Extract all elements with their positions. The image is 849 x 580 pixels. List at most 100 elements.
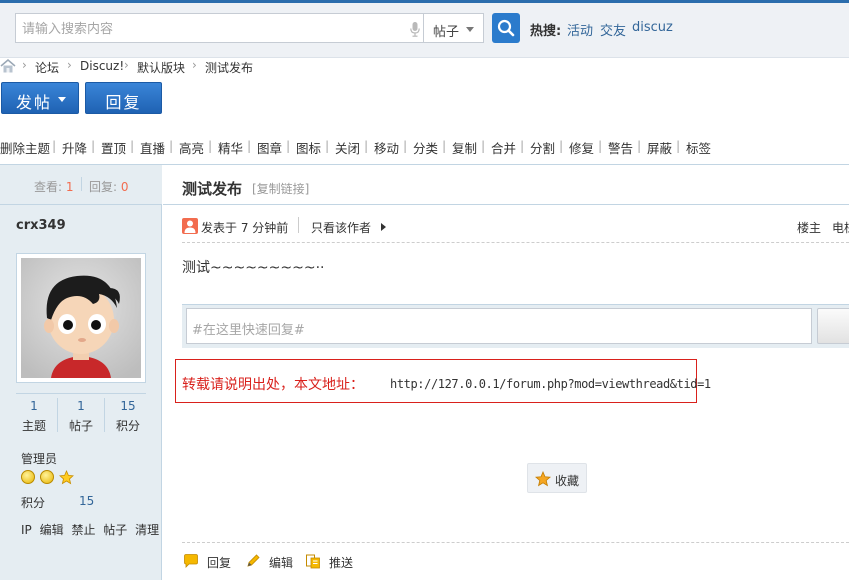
admin-link-edit[interactable]: 编辑 — [40, 523, 64, 537]
home-icon[interactable] — [0, 59, 16, 73]
search-icon — [497, 19, 515, 37]
chevron-down-icon — [58, 97, 66, 102]
breadcrumb-separator: › — [67, 58, 72, 72]
mod-separator: | — [52, 138, 57, 153]
post-time: 发表于 7 分钟前 — [201, 221, 289, 235]
star-medal-icon — [58, 469, 74, 485]
elevator-link[interactable]: 电梯 — [832, 219, 849, 236]
cartoon-boy-avatar-icon — [21, 258, 141, 378]
mod-category[interactable]: 分类 — [413, 138, 438, 157]
user-threads-count: 1 — [30, 399, 38, 413]
mod-stamp[interactable]: 图章 — [257, 138, 282, 157]
breadcrumb-discuz[interactable]: Discuz! — [80, 59, 124, 73]
divider — [16, 393, 146, 394]
breadcrumb-separator: › — [22, 58, 27, 72]
mod-highlight[interactable]: 高亮 — [179, 138, 204, 157]
caret-right-icon — [381, 223, 386, 231]
copy-link-button[interactable]: [复制链接] — [252, 180, 309, 197]
footer-reply-label: 回复 — [207, 556, 232, 570]
mod-delete-thread[interactable]: 删除主题 — [0, 138, 50, 157]
views-stat: 查看: 1 — [34, 178, 74, 195]
mod-warn[interactable]: 警告 — [608, 138, 633, 157]
reply-icon — [184, 554, 198, 568]
quick-reply-input[interactable] — [186, 308, 812, 344]
replies-count: 0 — [120, 180, 129, 194]
user-group[interactable]: 管理员 — [21, 450, 57, 467]
mod-icon[interactable]: 图标 — [296, 138, 321, 157]
mod-ban[interactable]: 屏蔽 — [647, 138, 672, 157]
credit-label: 积分 — [21, 496, 46, 510]
mod-tag[interactable]: 标签 — [686, 138, 711, 157]
user-stat-credits[interactable]: 15 积分 — [108, 399, 148, 434]
avatar[interactable] — [16, 253, 146, 383]
favorite-label: 收藏 — [555, 474, 580, 488]
smiley-medal-icon — [21, 470, 35, 484]
mod-merge[interactable]: 合并 — [491, 138, 516, 157]
user-medals — [21, 469, 74, 486]
mod-separator: | — [130, 138, 135, 153]
user-posts-label: 帖子 — [68, 419, 93, 433]
footer-edit-label: 编辑 — [269, 556, 294, 570]
thread-stats: 查看: 1 回复: 0 — [0, 165, 162, 205]
mod-bump[interactable]: 升降 — [62, 138, 87, 157]
search-button[interactable] — [492, 13, 520, 43]
footer-reply-button[interactable]: 回复 — [183, 552, 243, 570]
stat-separator — [81, 177, 82, 191]
admin-link-ip[interactable]: IP — [21, 523, 32, 537]
admin-link-clean[interactable]: 清理 — [135, 523, 159, 537]
avatar-image — [21, 258, 141, 378]
mod-separator: | — [598, 138, 603, 153]
mod-digest[interactable]: 精华 — [218, 138, 243, 157]
breadcrumb-current-thread[interactable]: 测试发布 — [205, 59, 253, 76]
mod-sticky[interactable]: 置顶 — [101, 138, 126, 157]
divider — [182, 542, 849, 543]
mod-separator: | — [91, 138, 96, 153]
mod-separator: | — [442, 138, 447, 153]
reply-button[interactable]: 回复 — [85, 82, 162, 114]
user-posts-count: 1 — [77, 399, 85, 413]
footer-share-button[interactable]: 推送 — [305, 552, 365, 570]
repost-notice-url[interactable]: http://127.0.0.1/forum.php?mod=viewthrea… — [390, 377, 711, 391]
author-name[interactable]: crx349 — [16, 218, 66, 233]
mod-move[interactable]: 移动 — [374, 138, 399, 157]
new-post-button[interactable]: 发帖 — [1, 82, 79, 114]
user-stat-threads[interactable]: 1 主题 — [14, 399, 54, 434]
breadcrumb-default-board[interactable]: 默认版块 — [137, 59, 185, 76]
microphone-icon[interactable] — [410, 22, 420, 37]
mod-close[interactable]: 关闭 — [335, 138, 360, 157]
user-credits-count: 15 — [120, 399, 136, 413]
search-box — [15, 13, 424, 43]
mod-separator: | — [520, 138, 525, 153]
mod-copy[interactable]: 复制 — [452, 138, 477, 157]
stat-separator — [104, 398, 105, 432]
hot-link-activity[interactable]: 活动 — [567, 20, 593, 39]
quick-reply-submit-button[interactable] — [817, 308, 849, 344]
mod-separator: | — [364, 138, 369, 153]
hot-link-friends[interactable]: 交友 — [600, 20, 626, 39]
user-stat-posts[interactable]: 1 帖子 — [61, 399, 101, 434]
search-input[interactable] — [22, 20, 402, 38]
replies-label: 回复: — [89, 180, 118, 194]
only-author-link[interactable]: 只看该作者 — [311, 219, 371, 236]
admin-link-ban[interactable]: 禁止 — [71, 523, 95, 537]
page-title: 测试发布 — [182, 180, 243, 198]
breadcrumb-separator: › — [192, 58, 197, 72]
user-credits-label: 积分 — [115, 419, 140, 433]
smiley-medal-icon — [39, 470, 54, 484]
views-label: 查看: — [34, 180, 63, 194]
mod-repair[interactable]: 修复 — [569, 138, 594, 157]
thread-title-bar: 测试发布 [复制链接] — [163, 165, 849, 205]
footer-edit-button[interactable]: 编辑 — [245, 552, 305, 570]
repost-notice: 转载请说明出处，本文地址： http://127.0.0.1/forum.php… — [175, 359, 711, 403]
hot-link-discuz[interactable]: discuz — [632, 20, 673, 35]
breadcrumb-forum[interactable]: 论坛 — [35, 59, 59, 76]
floor-label: 楼主 — [797, 221, 822, 235]
mod-live[interactable]: 直播 — [140, 138, 165, 157]
admin-link-posts[interactable]: 帖子 — [103, 523, 127, 537]
mod-split[interactable]: 分割 — [530, 138, 555, 157]
favorite-button[interactable]: 收藏 — [527, 463, 587, 493]
credit-value: 15 — [79, 494, 95, 508]
search-type-select[interactable]: 帖子 — [423, 13, 484, 43]
mod-separator: | — [247, 138, 252, 153]
repost-notice-label: 转载请说明出处，本文地址： — [182, 377, 364, 393]
